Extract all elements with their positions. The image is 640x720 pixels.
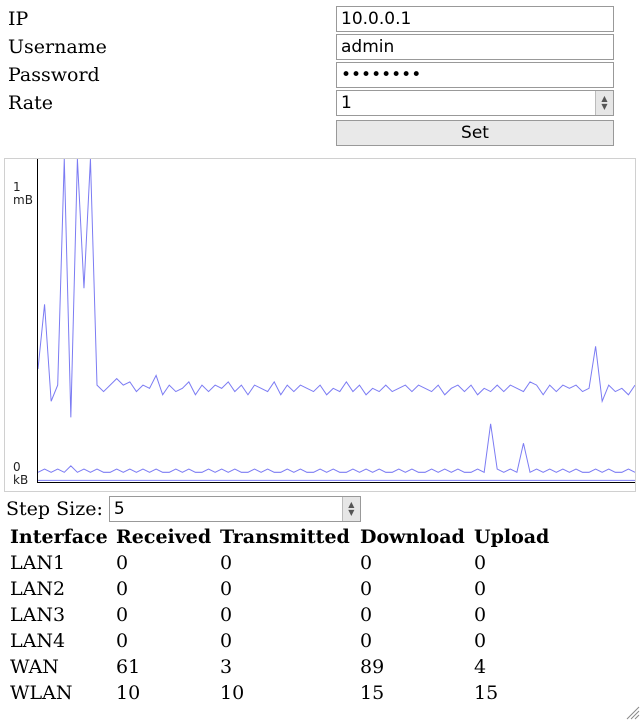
cell-download: 89 [358,654,472,680]
table-row: WAN613894 [8,654,562,680]
cell-interface: LAN1 [8,550,114,576]
cell-received: 10 [114,680,218,706]
password-input[interactable] [336,62,614,88]
table-header-row: Interface Received Transmitted Download … [8,524,562,550]
step-size-label: Step Size: [6,498,103,520]
step-size-stepper[interactable]: 5 ▲▼ [109,496,361,522]
col-received: Received [114,524,218,550]
table-row: LAN10000 [8,550,562,576]
set-button[interactable]: Set [336,120,614,146]
cell-download: 0 [358,576,472,602]
col-interface: Interface [8,524,114,550]
cell-download: 0 [358,602,472,628]
cell-interface: WLAN [8,680,114,706]
y-axis-max: 1 mB [13,181,37,207]
cell-download: 15 [358,680,472,706]
cell-received: 0 [114,576,218,602]
rate-label: Rate [8,92,336,114]
cell-transmitted: 0 [218,550,358,576]
rate-stepper[interactable]: 1 ▲▼ [336,90,614,116]
rate-value: 1 [337,93,595,113]
cell-transmitted: 10 [218,680,358,706]
table-row: WLAN10101515 [8,680,562,706]
connection-form: IP Username Password Rate 1 ▲▼ Set [0,0,640,146]
ip-input[interactable] [336,6,614,32]
cell-transmitted: 0 [218,628,358,654]
password-label: Password [8,64,336,86]
cell-download: 0 [358,550,472,576]
ip-label: IP [8,8,336,30]
cell-upload: 4 [472,654,562,680]
interface-table: Interface Received Transmitted Download … [8,524,562,706]
cell-received: 0 [114,550,218,576]
username-input[interactable] [336,34,614,60]
cell-transmitted: 0 [218,576,358,602]
table-row: LAN40000 [8,628,562,654]
cell-upload: 15 [472,680,562,706]
cell-upload: 0 [472,602,562,628]
y-axis-min: 0 kB [13,461,37,487]
traffic-chart: 1 mB 0 kB [4,158,636,492]
cell-transmitted: 0 [218,602,358,628]
stepper-buttons-icon[interactable]: ▲▼ [595,91,613,115]
col-upload: Upload [472,524,562,550]
cell-received: 61 [114,654,218,680]
y-axis: 1 mB 0 kB [7,159,37,491]
cell-received: 0 [114,602,218,628]
stepper-buttons-icon[interactable]: ▲▼ [342,497,360,521]
plot-area [37,159,635,483]
cell-interface: LAN3 [8,602,114,628]
cell-upload: 0 [472,628,562,654]
cell-transmitted: 3 [218,654,358,680]
cell-interface: LAN2 [8,576,114,602]
username-label: Username [8,36,336,58]
cell-interface: WAN [8,654,114,680]
cell-received: 0 [114,628,218,654]
step-size-value: 5 [110,499,342,519]
col-transmitted: Transmitted [218,524,358,550]
cell-download: 0 [358,628,472,654]
cell-interface: LAN4 [8,628,114,654]
cell-upload: 0 [472,550,562,576]
col-download: Download [358,524,472,550]
resize-grip-icon[interactable] [624,704,640,720]
table-row: LAN30000 [8,602,562,628]
cell-upload: 0 [472,576,562,602]
table-row: LAN20000 [8,576,562,602]
